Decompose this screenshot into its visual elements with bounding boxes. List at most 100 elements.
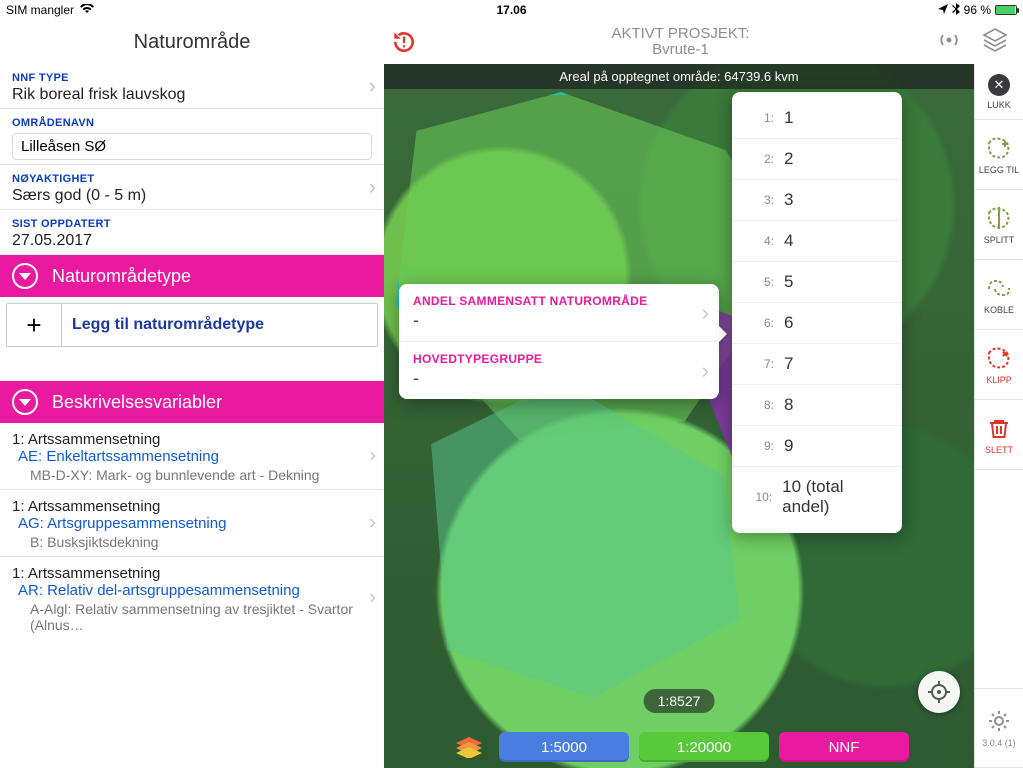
- picker-value: 4: [784, 231, 793, 251]
- project-name: Bvrute-1: [424, 42, 937, 59]
- chevron-right-icon: ›: [369, 512, 376, 535]
- bluetooth-icon: [952, 3, 960, 18]
- battery-text: 96 %: [964, 3, 991, 17]
- value-picker: 1:1 2:2 3: 3 4: 4 5: 5 6:6 7: 7 8:8 9: 9 10:1…: [732, 92, 902, 533]
- area-readout: Areal på opptegnet område: 64739.6 kvm: [384, 64, 974, 89]
- nnf-value: Rik boreal frisk lauvskog: [12, 86, 372, 104]
- left-panel-title: Naturområde: [0, 20, 384, 64]
- scale-5000-button[interactable]: 1:5000: [499, 732, 629, 762]
- chevron-right-icon: ›: [702, 358, 709, 384]
- sist-oppdatert-row: SIST OPPDATERT 27.05.2017: [0, 210, 384, 255]
- picker-index: 3:: [746, 193, 774, 207]
- tool-label: SPLITT: [984, 235, 1015, 245]
- picker-value: 9: [784, 436, 793, 456]
- naturomradetype-title: Naturområdetype: [52, 266, 191, 287]
- picker-index: 9:: [746, 439, 774, 453]
- picker-option[interactable]: 1:1: [732, 98, 902, 138]
- slett-button[interactable]: SLETT: [975, 400, 1023, 470]
- picker-option[interactable]: 8:8: [732, 384, 902, 425]
- hovedtype-row[interactable]: HOVEDTYPEGRUPPE - ›: [399, 341, 719, 399]
- picker-option[interactable]: 3: 3: [732, 179, 902, 220]
- tool-column: ✕ LUKK LEGG TIL SPLITT KOBLE KLIPP SLETT…: [974, 64, 1023, 768]
- scale-20000-button[interactable]: 1:20000: [639, 732, 769, 762]
- picker-value: 10 (total andel): [782, 477, 888, 517]
- picker-option[interactable]: 7: 7: [732, 343, 902, 384]
- nnf-type-row[interactable]: NNF TYPE Rik boreal frisk lauvskog ›: [0, 64, 384, 109]
- picker-option[interactable]: 2:2: [732, 138, 902, 179]
- picker-option[interactable]: 5: 5: [732, 261, 902, 302]
- var-l2: AE: Enkeltartssammensetning: [12, 448, 372, 465]
- picker-option[interactable]: 6:6: [732, 302, 902, 343]
- picker-value: 2: [784, 149, 793, 169]
- picker-index: 8:: [746, 398, 774, 412]
- map-canvas[interactable]: Areal på opptegnet område: 64739.6 kvm A…: [384, 64, 974, 768]
- project-label: AKTIVT PROSJEKT:: [424, 26, 937, 43]
- chevron-right-icon: ›: [369, 587, 376, 610]
- picker-value: 1: [784, 108, 793, 128]
- andel-row[interactable]: ANDEL SAMMENSATT NATUROMRÅDE - ›: [399, 284, 719, 341]
- add-naturomradetype-button[interactable]: + Legg til naturområdetype: [6, 303, 378, 347]
- picker-value: 6: [784, 313, 793, 333]
- picker-option[interactable]: 4: 4: [732, 220, 902, 261]
- version-text: 3.0.4 (1): [982, 738, 1016, 748]
- klipp-button[interactable]: KLIPP: [975, 330, 1023, 400]
- location-icon: [938, 3, 948, 17]
- naturomradetype-header[interactable]: Naturområdetype: [0, 255, 384, 297]
- nnf-button[interactable]: NNF: [779, 732, 909, 762]
- settings-button[interactable]: 3.0.4 (1): [975, 688, 1023, 768]
- broadcast-icon[interactable]: [937, 28, 961, 57]
- omradenavn-input[interactable]: [12, 133, 372, 160]
- locate-button[interactable]: [918, 671, 960, 713]
- sync-alert-button[interactable]: [384, 29, 424, 55]
- picker-value: 5: [784, 272, 793, 292]
- trash-icon: [986, 415, 1012, 441]
- nnf-label: NNF TYPE: [12, 72, 372, 84]
- battery-icon: [995, 5, 1017, 15]
- picker-index: 4:: [746, 234, 774, 248]
- tool-label: LEGG TIL: [979, 165, 1019, 175]
- beskrivelsesvariabler-title: Beskrivelsesvariabler: [52, 392, 222, 413]
- var-l3: B: Busksjiktsdekning: [12, 534, 372, 550]
- lukk-button[interactable]: ✕ LUKK: [975, 64, 1023, 120]
- omradenavn-label: OMRÅDENAVN: [12, 117, 372, 129]
- leggtil-button[interactable]: LEGG TIL: [975, 120, 1023, 190]
- var-l2: AG: Artsgruppesammensetning: [12, 515, 372, 532]
- variable-row[interactable]: 1: Artssammensetning AG: Artsgruppesamme…: [0, 490, 384, 557]
- noyaktighet-row[interactable]: NØYAKTIGHET Særs god (0 - 5 m) ›: [0, 165, 384, 210]
- picker-index: 5:: [746, 275, 774, 289]
- variable-row[interactable]: 1: Artssammensetning AE: Enkeltartssamme…: [0, 423, 384, 490]
- clip-polygon-icon: [986, 345, 1012, 371]
- chevron-right-icon: ›: [702, 300, 709, 326]
- var-l1: 1: Artssammensetning: [12, 565, 372, 582]
- close-icon: ✕: [988, 74, 1010, 96]
- chevron-right-icon: ›: [369, 73, 376, 99]
- andel-label: ANDEL SAMMENSATT NATUROMRÅDE: [413, 294, 705, 308]
- sist-label: SIST OPPDATERT: [12, 218, 372, 230]
- plus-icon: +: [7, 304, 62, 346]
- noyaktighet-label: NØYAKTIGHET: [12, 173, 372, 185]
- status-bar: SIM mangler 17.06 96 %: [0, 0, 1023, 20]
- beskrivelsesvariabler-header[interactable]: Beskrivelsesvariabler: [0, 381, 384, 423]
- picker-value: 7: [784, 354, 793, 374]
- layers-icon[interactable]: [981, 26, 1009, 59]
- sist-value: 27.05.2017: [12, 232, 372, 250]
- carrier-text: SIM mangler: [6, 3, 74, 17]
- tool-label: KOBLE: [984, 305, 1014, 315]
- gear-icon: [986, 708, 1012, 734]
- bottom-scale-bar: 1:5000 1:20000 NNF: [384, 732, 974, 762]
- wifi-icon: [80, 3, 94, 17]
- var-l3: MB-D-XY: Mark- og bunnlevende art - Dekn…: [12, 467, 372, 483]
- feature-popover: ANDEL SAMMENSATT NATUROMRÅDE - › HOVEDTY…: [399, 284, 719, 399]
- variable-row[interactable]: 1: Artssammensetning AR: Relativ del-art…: [0, 557, 384, 639]
- collapse-icon: [12, 389, 38, 415]
- picker-option[interactable]: 10:10 (total andel): [732, 466, 902, 527]
- picker-index: 7:: [746, 357, 774, 371]
- koble-button[interactable]: KOBLE: [975, 260, 1023, 330]
- layers-toggle-icon[interactable]: [449, 736, 489, 758]
- omradenavn-row: OMRÅDENAVN: [0, 109, 384, 165]
- link-polygon-icon: [986, 275, 1012, 301]
- picker-option[interactable]: 9: 9: [732, 425, 902, 466]
- chevron-right-icon: ›: [369, 174, 376, 200]
- splitt-button[interactable]: SPLITT: [975, 190, 1023, 260]
- picker-value: 3: [784, 190, 793, 210]
